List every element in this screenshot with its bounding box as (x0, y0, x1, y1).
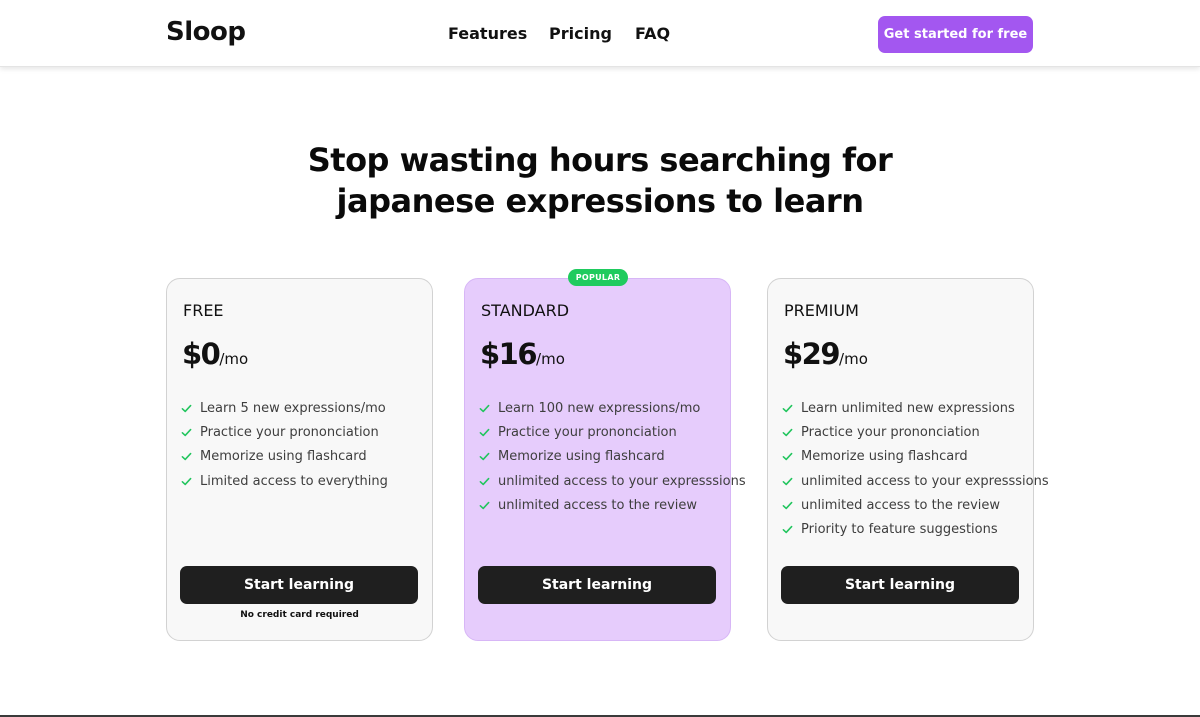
check-icon (479, 477, 490, 485)
check-icon (181, 453, 192, 461)
feature-text: Limited access to everything (200, 473, 388, 489)
price-period: /mo (219, 350, 249, 368)
feature-text: Practice your prononciation (498, 424, 677, 440)
feature-item: Memorize using flashcard (479, 445, 746, 469)
feature-item: Practice your prononciation (181, 420, 388, 444)
plan-name: PREMIUM (784, 301, 859, 320)
feature-text: unlimited access to the review (801, 497, 1001, 513)
feature-text: Learn 5 new expressions/mo (200, 400, 386, 416)
check-icon (782, 477, 793, 485)
price-amount: $16 (480, 337, 538, 371)
pricing-card-standard: STANDARD $16/mo Learn 100 new expression… (464, 278, 746, 641)
plan-price: $0/mo (182, 337, 248, 371)
feature-item: Learn 5 new expressions/mo (181, 396, 388, 420)
check-icon (782, 453, 793, 461)
site-header: Sloop Features Pricing FAQ Get started f… (0, 0, 1200, 67)
price-amount: $0 (182, 337, 221, 371)
feature-text: Learn 100 new expressions/mo (498, 400, 701, 416)
feature-text: Memorize using flashcard (200, 449, 367, 465)
check-icon (479, 404, 490, 412)
nav-pricing-link[interactable]: Pricing (549, 24, 612, 43)
check-icon (181, 404, 192, 412)
check-icon (181, 477, 192, 485)
feature-text: unlimited access to the review (498, 497, 698, 513)
check-icon (479, 501, 490, 510)
feature-item: unlimited access to the review (479, 493, 746, 517)
feature-text: Priority to feature suggestions (801, 522, 998, 538)
feature-list: Learn unlimited new expressions Practice… (782, 396, 1049, 542)
check-icon (782, 428, 793, 437)
feature-item: Learn 100 new expressions/mo (479, 396, 746, 420)
nav-faq-link[interactable]: FAQ (635, 24, 670, 43)
feature-text: Memorize using flashcard (801, 449, 968, 465)
pricing-card-free: FREE $0/mo Learn 5 new expressions/mo Pr… (166, 278, 433, 641)
plan-name: STANDARD (481, 301, 570, 320)
price-amount: $29 (783, 337, 841, 371)
hero-heading-line-1: Stop wasting hours searching for (307, 141, 893, 179)
plan-price: $16/mo (480, 337, 565, 371)
check-icon (181, 428, 192, 437)
hero-heading: Stop wasting hours searching for japanes… (0, 140, 1200, 222)
check-icon (782, 501, 793, 510)
feature-list: Learn 5 new expressions/mo Practice your… (181, 396, 388, 493)
feature-text: unlimited access to your expresssions (801, 473, 1049, 489)
price-period: /mo (536, 350, 565, 368)
price-period: /mo (839, 350, 868, 368)
no-credit-card-note: No credit card required (240, 610, 359, 620)
feature-item: unlimited access to your expresssions (782, 469, 1049, 493)
feature-item: Limited access to everything (181, 469, 388, 493)
feature-item: Priority to feature suggestions (782, 517, 1049, 541)
feature-text: Memorize using flashcard (498, 449, 665, 465)
feature-item: Learn unlimited new expressions (782, 396, 1049, 420)
hero-heading-line-2: japanese expressions to learn (336, 182, 864, 220)
feature-list: Learn 100 new expressions/mo Practice yo… (479, 396, 746, 517)
feature-text: Practice your prononciation (200, 424, 379, 440)
start-learning-button[interactable]: Start learning (781, 566, 1019, 604)
feature-item: unlimited access to the review (782, 493, 1049, 517)
feature-text: Practice your prononciation (801, 424, 980, 440)
feature-item: unlimited access to your expresssions (479, 469, 746, 493)
check-icon (782, 404, 793, 412)
start-learning-button[interactable]: Start learning (478, 566, 716, 604)
feature-text: unlimited access to your expresssions (498, 473, 746, 489)
get-started-button[interactable]: Get started for free (878, 16, 1033, 53)
feature-item: Practice your prononciation (782, 420, 1049, 444)
feature-text: Learn unlimited new expressions (801, 400, 1015, 416)
check-icon (782, 525, 793, 534)
plan-name: FREE (183, 301, 224, 320)
plan-price: $29/mo (783, 337, 868, 371)
check-icon (479, 428, 490, 437)
feature-item: Practice your prononciation (479, 420, 746, 444)
check-icon (479, 453, 490, 461)
pricing-card-premium: PREMIUM $29/mo Learn unlimited new expre… (767, 278, 1049, 641)
popular-badge: POPULAR (568, 269, 628, 286)
start-learning-button[interactable]: Start learning (180, 566, 418, 604)
nav-features-link[interactable]: Features (448, 24, 527, 43)
feature-item: Memorize using flashcard (782, 445, 1049, 469)
feature-item: Memorize using flashcard (181, 445, 388, 469)
